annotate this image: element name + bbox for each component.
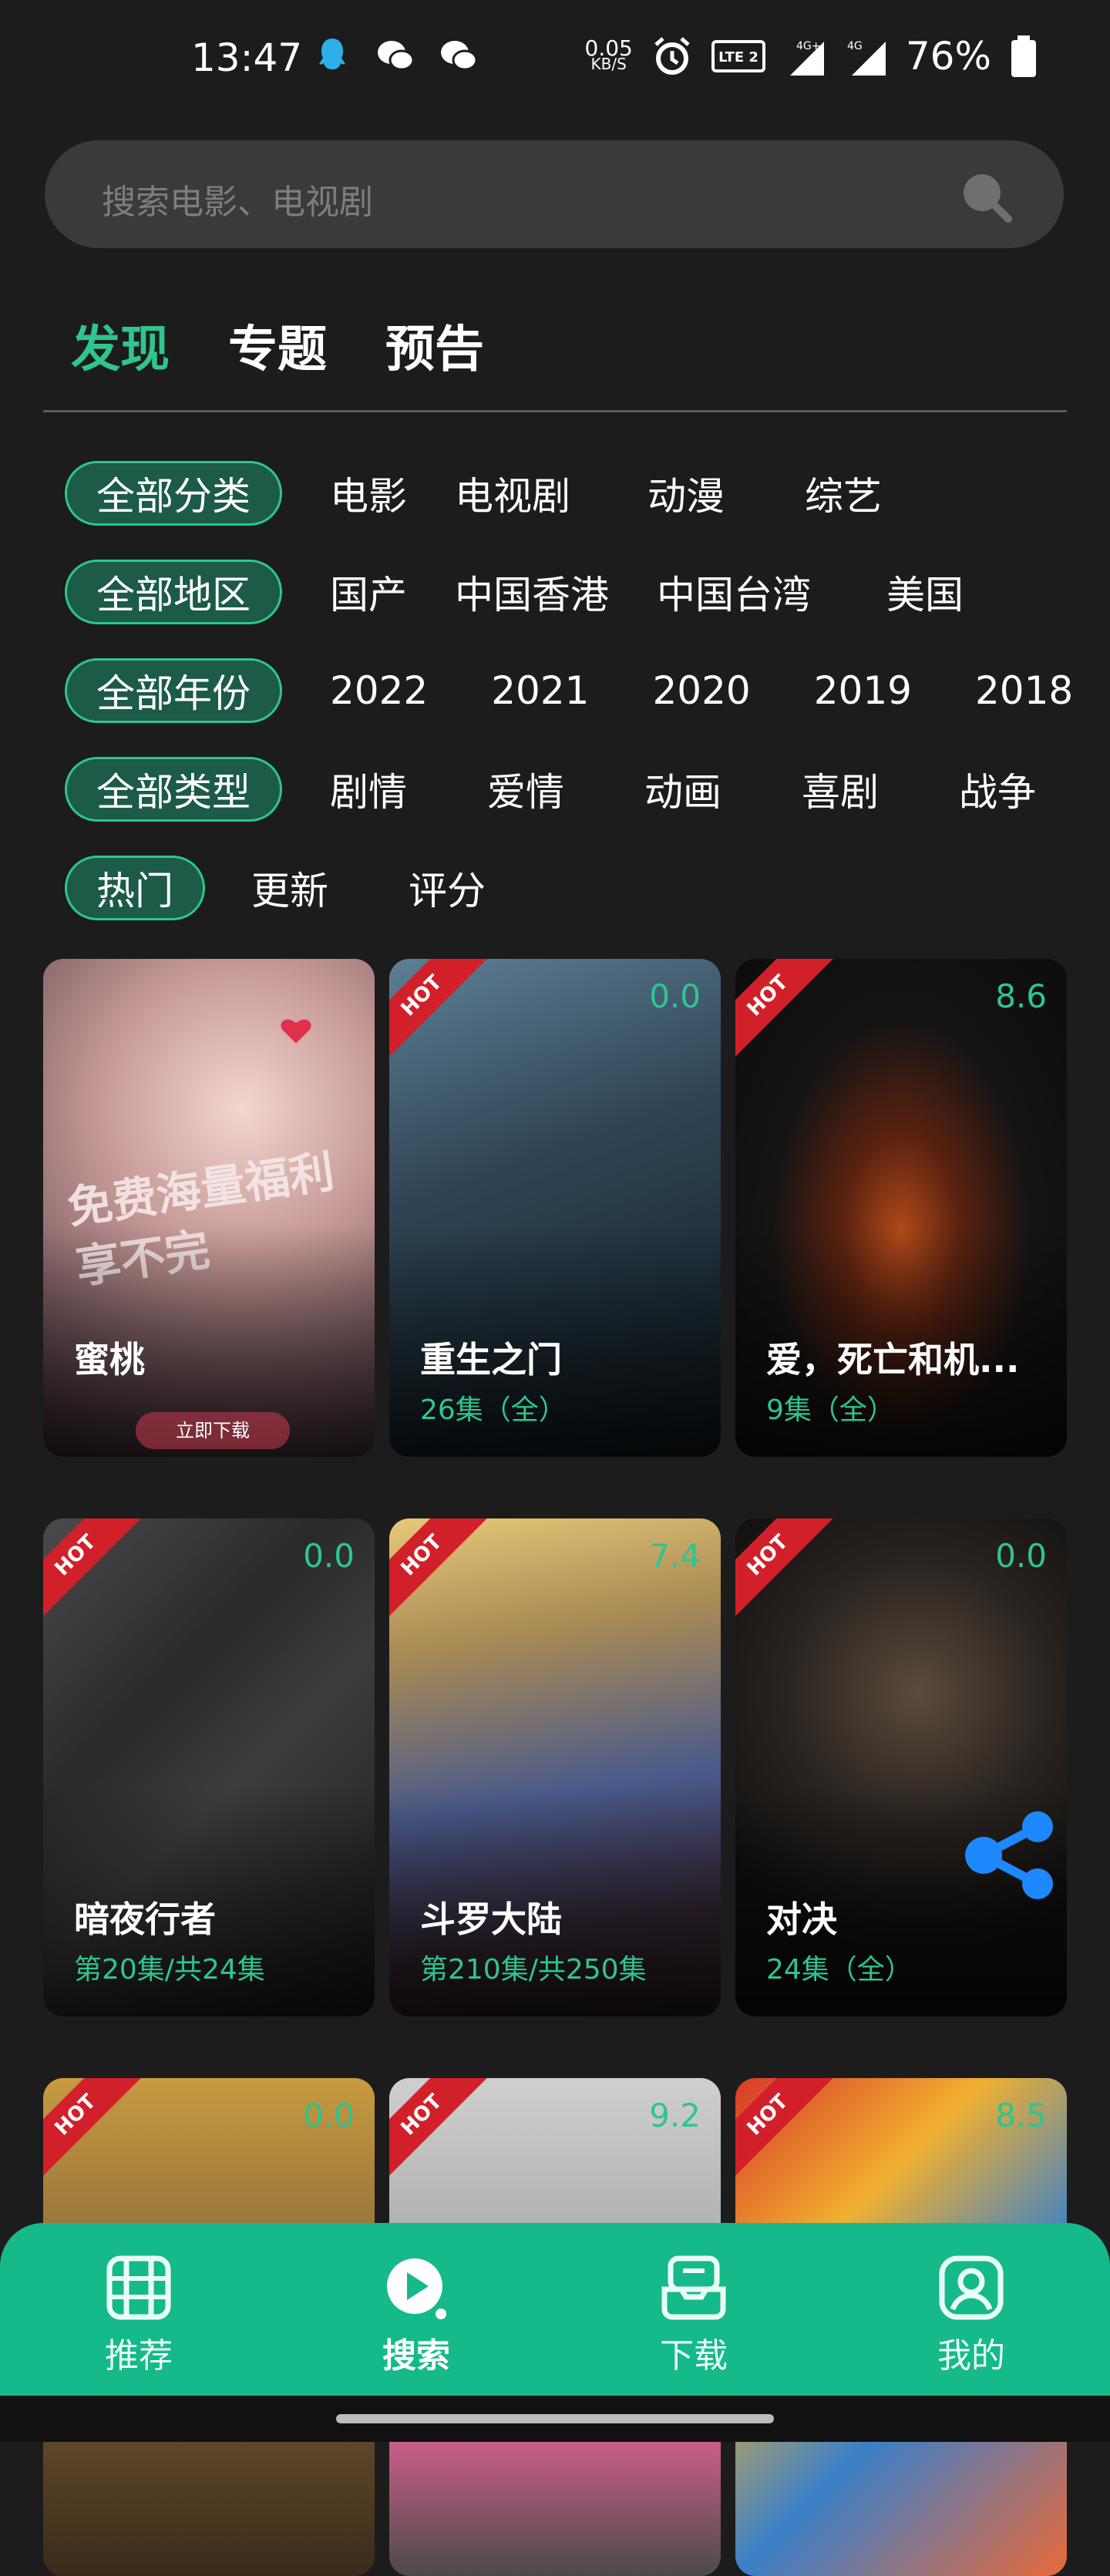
signal-4g-plus-icon: 4G+ [789,40,824,76]
nav-download[interactable]: 下载 [609,2251,779,2377]
home-indicator[interactable] [336,2414,774,2423]
nav-search[interactable]: 搜索 [331,2251,501,2377]
filter-option[interactable]: 国产 [330,564,407,620]
battery-percent: 76% [905,34,991,79]
card-score: 0.0 [303,2097,355,2134]
tab-discover[interactable]: 发现 [71,310,170,381]
filter-chip-year[interactable]: 全部年份 [65,658,282,723]
svg-text:4G+: 4G+ [796,40,821,52]
download-icon [661,2255,726,2320]
net-speed: 0.05 KB/S [584,35,633,73]
filter-option[interactable]: 战争 [959,762,1036,817]
card-title: 蜜桃 [74,1339,145,1380]
film-icon [106,2255,171,2320]
filter-option[interactable]: 动画 [644,762,722,817]
heart-icon [281,1019,311,1044]
nav-profile[interactable]: 我的 [886,2251,1056,2377]
filter-option[interactable]: 电视剧 [455,466,570,521]
ad-download-button[interactable]: 立即下载 [136,1412,290,1449]
qq-icon [319,39,345,69]
card-score: 0.0 [649,977,701,1015]
card-episodes: 9集（全） [766,1394,895,1426]
card-title: 暗夜行者 [74,1898,216,1940]
card-episodes: 24集（全） [766,1954,913,1986]
profile-icon [939,2255,1004,2320]
search-input[interactable]: 搜索电影、电视剧 [102,174,373,224]
filter-option[interactable]: 动漫 [648,466,725,521]
filter-option[interactable]: 喜剧 [802,762,879,817]
notification-icons [310,34,481,79]
filter-option[interactable]: 爱情 [487,762,564,817]
filter-option[interactable]: 更新 [251,860,328,916]
filter-option[interactable]: 剧情 [330,762,407,817]
media-card[interactable]: HOT 0.0 对决 24集（全） [735,1518,1067,2016]
media-card-ad[interactable]: 免费海量福利 享不完 蜜桃 立即下载 [43,959,375,1457]
share-icon[interactable] [960,1805,1061,1905]
card-score: 8.5 [995,2097,1047,2134]
media-card[interactable]: HOT 0.0 暗夜行者 第20集/共24集 [43,1518,375,2016]
svg-text:4G: 4G [847,40,863,52]
play-icon [387,2258,446,2319]
wechat-icon-2 [441,41,478,71]
alarm-icon [654,37,690,75]
bottom-nav: 推荐 搜索 下载 我的 [0,2223,1110,2396]
wechat-icon [378,41,415,71]
nav-recommend[interactable]: 推荐 [54,2251,224,2377]
card-episodes: 26集（全） [420,1394,567,1426]
card-score: 7.4 [649,1537,701,1575]
filter-chip-genre[interactable]: 全部类型 [65,757,282,822]
system-icons: 0.05 KB/S LTE 2 4G+ 4G 76% [585,34,1039,79]
filter-option[interactable]: 评分 [409,860,486,916]
filter-row-region: 全部地区 国产 中国香港 中国台湾 美国 [65,557,964,627]
media-card[interactable]: HOT 7.4 斗罗大陆 第210集/共250集 [389,1518,721,2016]
filter-chip-region[interactable]: 全部地区 [65,560,282,624]
top-tabs: 发现 专题 预告 [71,310,484,381]
card-title: 爱，死亡和机... [766,1339,1020,1380]
card-title: 重生之门 [420,1339,562,1380]
filter-option[interactable]: 综艺 [805,466,882,521]
filter-row-genre: 全部类型 剧情 爱情 动画 喜剧 战争 [65,754,1036,825]
search-bar[interactable]: 搜索电影、电视剧 [45,140,1064,248]
card-score: 8.6 [995,977,1047,1015]
filter-row-category: 全部分类 电影 电视剧 动漫 综艺 [65,458,882,529]
filter-row-sort: 热门 更新 评分 [65,853,486,923]
card-score: 0.0 [303,1537,355,1575]
signal-4g-icon: 4G [847,40,886,76]
filter-option[interactable]: 中国台湾 [657,564,811,620]
filter-option[interactable]: 中国香港 [455,564,609,620]
card-score: 9.2 [649,2097,701,2134]
media-card[interactable]: HOT 8.6 爱，死亡和机... 9集（全） [735,959,1067,1457]
filter-chip-sort[interactable]: 热门 [65,856,205,920]
media-card[interactable]: HOT 0.0 重生之门 26集（全） [389,959,721,1457]
card-title: 斗罗大陆 [420,1898,562,1940]
filter-option[interactable]: 2021 [491,668,589,713]
card-episodes: 第20集/共24集 [74,1954,265,1986]
status-bar: 13:47 0.05 KB/S LTE 2 4G+ 4G 76% [0,0,1110,131]
card-episodes: 第210集/共250集 [420,1954,647,1986]
filter-chip-category[interactable]: 全部分类 [65,461,282,526]
tabs-divider [43,410,1067,412]
filter-option[interactable]: 电影 [330,466,407,521]
filter-option[interactable]: 2019 [814,668,912,713]
card-score: 0.0 [995,1537,1047,1575]
filter-option[interactable]: 2020 [653,668,751,713]
status-time: 13:47 [191,35,303,80]
card-title: 对决 [766,1898,837,1940]
tab-trailers[interactable]: 预告 [385,310,484,381]
search-icon[interactable] [957,168,1014,225]
filter-option[interactable]: 美国 [886,564,964,620]
svg-text:LTE 2: LTE 2 [718,49,758,66]
filter-option[interactable]: 2018 [975,668,1073,713]
battery-icon [1011,35,1036,77]
filter-row-year: 全部年份 2022 2021 2020 2019 2018 [65,655,1073,726]
volte-icon: LTE 2 [711,40,765,72]
tab-topics[interactable]: 专题 [228,310,327,381]
filter-option[interactable]: 2022 [330,668,428,713]
